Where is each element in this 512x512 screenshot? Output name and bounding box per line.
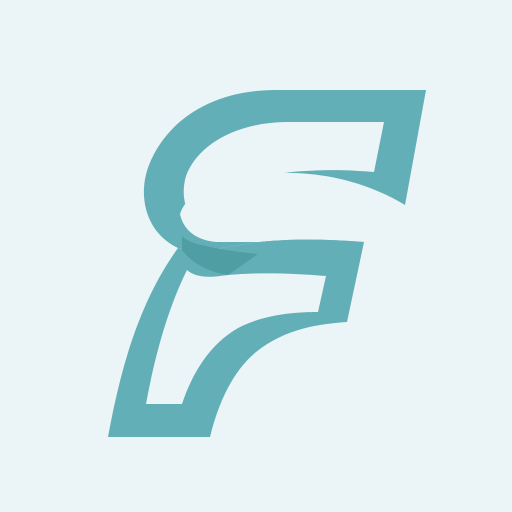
letter-f-logo-icon <box>108 90 426 437</box>
app-icon-canvas <box>0 0 512 512</box>
